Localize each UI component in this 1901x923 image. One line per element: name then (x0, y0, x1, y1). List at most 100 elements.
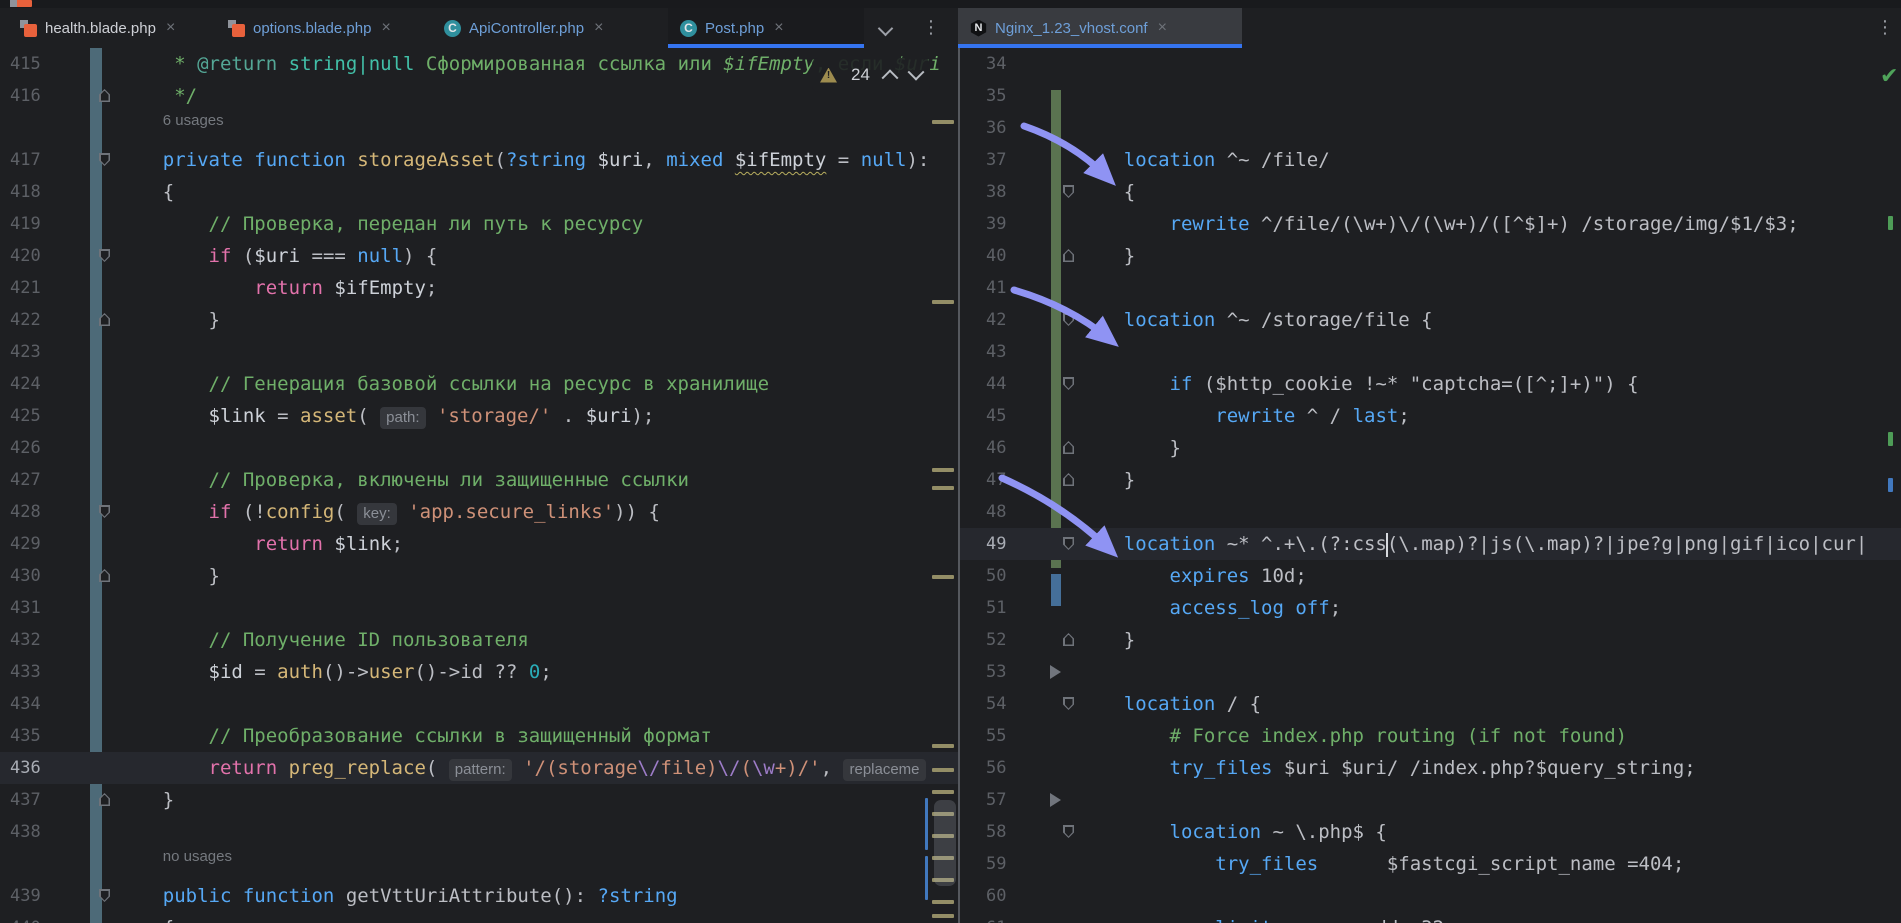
line-number[interactable]: 60 (986, 880, 1006, 912)
collapsed-region-icon[interactable] (1050, 665, 1061, 679)
fold-marker-icon[interactable] (99, 249, 110, 262)
line-number[interactable]: 56 (986, 752, 1006, 784)
line-number[interactable]: 47 (986, 464, 1006, 496)
line-number[interactable]: 418 (10, 176, 41, 208)
tab-post-php[interactable]: C Post.php × (668, 8, 864, 48)
line-number[interactable]: 59 (986, 848, 1006, 880)
code-line[interactable]: 52 } (960, 624, 1901, 656)
code-line[interactable]: 421 return $ifEmpty; (0, 272, 958, 304)
line-number[interactable]: 51 (986, 592, 1006, 624)
code-line[interactable]: 38 { (960, 176, 1901, 208)
line-number[interactable]: 419 (10, 208, 41, 240)
code-line[interactable]: 57 (960, 784, 1901, 816)
line-number[interactable]: 50 (986, 560, 1006, 592)
code-line[interactable]: 423 (0, 336, 958, 368)
change-stripe-mark[interactable] (925, 856, 928, 900)
line-number[interactable]: 45 (986, 400, 1006, 432)
code-line[interactable]: 433 $id = auth()->user()->id ?? 0; (0, 656, 958, 688)
line-number[interactable]: 422 (10, 304, 41, 336)
code-line[interactable]: 6 usages (0, 112, 958, 144)
line-number[interactable]: 416 (10, 80, 41, 112)
close-icon[interactable]: × (774, 19, 783, 37)
code-line[interactable]: 434 (0, 688, 958, 720)
code-line[interactable]: 419 // Проверка, передан ли путь к ресур… (0, 208, 958, 240)
line-number[interactable]: 420 (10, 240, 41, 272)
code-line[interactable]: 432 // Получение ID пользователя (0, 624, 958, 656)
code-line[interactable]: 51 access_log off; (960, 592, 1901, 624)
line-number[interactable]: 36 (986, 112, 1006, 144)
code-line[interactable]: 47 } (960, 464, 1901, 496)
code-line[interactable]: 40 } (960, 240, 1901, 272)
code-line[interactable]: 420 if ($uri === null) { (0, 240, 958, 272)
code-line[interactable]: 427 // Проверка, включены ли защищенные … (0, 464, 958, 496)
warning-stripe-mark[interactable] (932, 120, 954, 124)
code-line[interactable]: 42 location ^~ /storage/file { (960, 304, 1901, 336)
code-line[interactable]: 425 $link = asset( path: 'storage/' . $u… (0, 400, 958, 432)
code-line[interactable]: 438 (0, 816, 958, 848)
close-icon[interactable]: × (594, 19, 603, 37)
added-stripe-mark[interactable] (1888, 432, 1893, 446)
code-line[interactable]: 55 # Force index.php routing (if not fou… (960, 720, 1901, 752)
fold-marker-icon[interactable] (1063, 313, 1074, 326)
fold-marker-icon[interactable] (99, 89, 110, 102)
code-line[interactable]: 44 if ($http_cookie !~* "captcha=([^;]+)… (960, 368, 1901, 400)
fold-marker-icon[interactable] (1063, 441, 1074, 454)
code-line[interactable]: 43 (960, 336, 1901, 368)
code-line[interactable]: 439 public function getVttUriAttribute()… (0, 880, 958, 912)
line-number[interactable]: 35 (986, 80, 1006, 112)
line-number[interactable]: 37 (986, 144, 1006, 176)
warning-stripe-mark[interactable] (932, 900, 954, 904)
code-line[interactable]: 48 (960, 496, 1901, 528)
line-number[interactable]: 58 (986, 816, 1006, 848)
code-line[interactable]: 35 (960, 80, 1901, 112)
line-number[interactable]: 41 (986, 272, 1006, 304)
line-number[interactable]: 433 (10, 656, 41, 688)
code-line[interactable]: 59 try_files $fastcgi_script_name =404; (960, 848, 1901, 880)
change-stripe-mark[interactable] (1888, 478, 1893, 492)
line-number[interactable]: 48 (986, 496, 1006, 528)
tab-list-dropdown-button[interactable] (872, 8, 898, 48)
line-number[interactable]: 421 (10, 272, 41, 304)
line-number[interactable]: 435 (10, 720, 41, 752)
code-line[interactable]: 431 (0, 592, 958, 624)
fold-marker-icon[interactable] (99, 793, 110, 806)
line-number[interactable]: 417 (10, 144, 41, 176)
code-line[interactable]: 61 limit_conn addr 32; (960, 912, 1901, 923)
code-line[interactable]: 49 location ~* ^.+\.(?:css(\.map)?|js(\.… (960, 528, 1901, 560)
tab-nginx-1-23-vhost-conf[interactable]: N Nginx_1.23_vhost.conf × (958, 8, 1242, 48)
line-number[interactable]: 436 (10, 752, 41, 784)
code-line[interactable]: 60 (960, 880, 1901, 912)
warning-stripe-mark[interactable] (932, 790, 954, 794)
warning-stripe-mark[interactable] (932, 468, 954, 472)
line-number[interactable]: 434 (10, 688, 41, 720)
code-line[interactable]: 39 rewrite ^/file/(\w+)\/(\w+)/([^$]+) /… (960, 208, 1901, 240)
code-line[interactable]: 46 } (960, 432, 1901, 464)
fold-marker-icon[interactable] (1063, 185, 1074, 198)
line-number[interactable]: 44 (986, 368, 1006, 400)
code-line[interactable]: 37 location ^~ /file/ (960, 144, 1901, 176)
left-editor-php[interactable]: 415 * @return string|null Сформированная… (0, 48, 958, 923)
fold-marker-icon[interactable] (1063, 697, 1074, 710)
code-line[interactable]: 54 location / { (960, 688, 1901, 720)
warning-stripe-mark[interactable] (932, 300, 954, 304)
fold-marker-icon[interactable] (1063, 249, 1074, 262)
line-number[interactable]: 34 (986, 48, 1006, 80)
line-number[interactable]: 61 (986, 912, 1006, 923)
fold-marker-icon[interactable] (1063, 377, 1074, 390)
previous-problem-button[interactable] (881, 69, 899, 87)
line-number[interactable]: 57 (986, 784, 1006, 816)
next-problem-button[interactable] (907, 63, 925, 81)
line-number[interactable]: 38 (986, 176, 1006, 208)
code-line[interactable]: no usages (0, 848, 958, 880)
line-number[interactable]: 426 (10, 432, 41, 464)
fold-marker-icon[interactable] (99, 313, 110, 326)
line-number[interactable]: 429 (10, 528, 41, 560)
fold-marker-icon[interactable] (99, 153, 110, 166)
code-line[interactable]: 430 } (0, 560, 958, 592)
line-number[interactable]: 432 (10, 624, 41, 656)
close-icon[interactable]: × (1158, 19, 1167, 37)
fold-marker-icon[interactable] (1063, 537, 1074, 550)
line-number[interactable]: 43 (986, 336, 1006, 368)
code-line[interactable]: 422 } (0, 304, 958, 336)
fold-marker-icon[interactable] (1063, 825, 1074, 838)
